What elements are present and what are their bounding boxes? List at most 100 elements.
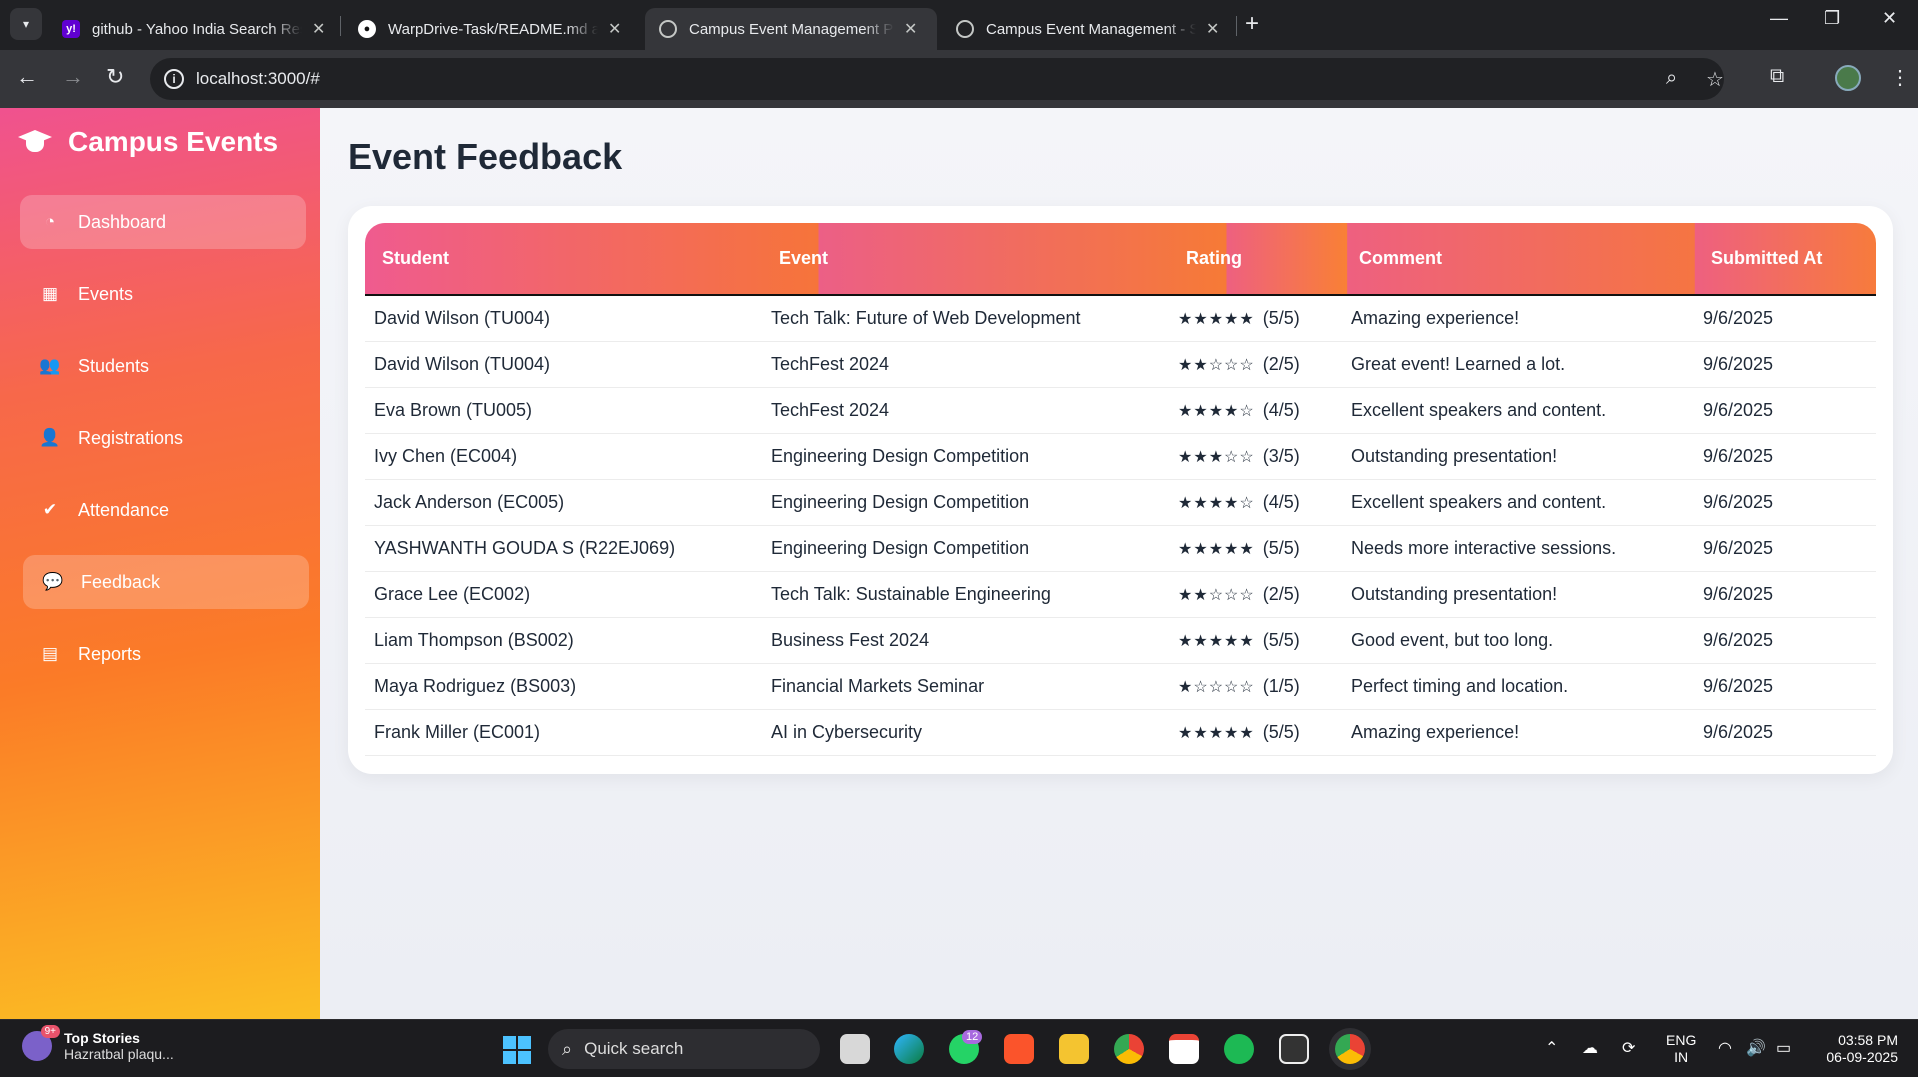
submitted-cell: 9/6/2025 — [1694, 341, 1876, 388]
gmail-icon[interactable] — [1169, 1034, 1199, 1064]
edge-icon[interactable] — [894, 1034, 924, 1064]
comment-cell: Amazing experience! — [1342, 295, 1694, 342]
table-row: YASHWANTH GOUDA S (R22EJ069) Engineering … — [365, 525, 1876, 572]
table-row: Grace Lee (EC002) Tech Talk: Sustainable … — [365, 571, 1876, 618]
brave-icon[interactable] — [1004, 1034, 1034, 1064]
globe-icon — [956, 20, 974, 38]
sidebar-item-attendance[interactable]: ✔ Attendance — [20, 483, 306, 537]
address-bar[interactable]: i localhost:3000/# ⌕ ☆ — [150, 58, 1724, 100]
event-cell: Engineering Design Competition — [762, 433, 1169, 480]
sidebar-item-dashboard[interactable]: ◔ Dashboard — [20, 195, 306, 249]
app-box-icon[interactable] — [1279, 1034, 1309, 1064]
comment-cell: Outstanding presentation! — [1342, 433, 1694, 480]
bookmark-star-icon[interactable]: ☆ — [1706, 67, 1724, 92]
brand[interactable]: Campus Events — [18, 126, 278, 158]
tab-separator — [340, 16, 341, 36]
news-widget[interactable]: 9+ Top Stories Hazratbal plaqu... — [22, 1025, 174, 1062]
close-tab-icon[interactable]: ✕ — [1206, 19, 1219, 39]
sidebar-item-feedback[interactable]: 💬 Feedback — [23, 555, 309, 609]
new-tab-button[interactable]: + — [1245, 10, 1259, 38]
tray-overflow-icon[interactable]: ⌃ — [1545, 1038, 1558, 1058]
profile-avatar[interactable] — [1835, 65, 1861, 91]
restore-icon[interactable]: ❐ — [1824, 8, 1840, 29]
app-root: Campus Events ◔ Dashboard ▦ Events 👥 Stu… — [0, 108, 1918, 1019]
sidebar-item-registrations[interactable]: 👤 Registrations — [20, 411, 306, 465]
feedback-table: Student Event Rating Comment Submitted A… — [365, 223, 1876, 756]
menu-kebab-icon[interactable]: ⋮ — [1890, 65, 1910, 90]
close-window-icon[interactable]: ✕ — [1882, 8, 1897, 29]
col-student[interactable]: Student — [365, 223, 762, 296]
submitted-cell: 9/6/2025 — [1694, 479, 1876, 526]
zoom-icon[interactable]: ⌕ — [1666, 67, 1677, 90]
whatsapp-badge: 12 — [962, 1030, 983, 1044]
col-rating[interactable]: Rating — [1169, 223, 1342, 296]
battery-icon[interactable]: ▭ — [1776, 1038, 1791, 1058]
table-row: Maya Rodriguez (BS003) Financial Markets … — [365, 663, 1876, 710]
rating-stars: ★★★★★ — [1178, 632, 1255, 650]
graduation-cap-icon — [18, 130, 52, 154]
close-tab-icon[interactable]: ✕ — [608, 19, 621, 39]
file-explorer-icon[interactable] — [1059, 1034, 1089, 1064]
event-cell: Engineering Design Competition — [762, 525, 1169, 572]
col-event[interactable]: Event — [762, 223, 1169, 296]
rating-stars: ★★★★☆ — [1178, 402, 1255, 420]
comments-icon: 💬 — [42, 572, 64, 591]
globe-icon — [659, 20, 677, 38]
sidebar: Campus Events ◔ Dashboard ▦ Events 👥 Stu… — [0, 108, 320, 1019]
event-cell: AI in Cybersecurity — [762, 709, 1169, 756]
tab-campus-event-2[interactable]: Campus Event Management - S ✕ — [942, 8, 1233, 50]
forward-icon[interactable]: → — [62, 64, 84, 90]
rating-stars: ★★★☆☆ — [1178, 448, 1255, 466]
tab-github[interactable]: ● WarpDrive-Task/README.md at ✕ — [344, 8, 635, 50]
submitted-cell: 9/6/2025 — [1694, 617, 1876, 664]
onedrive-icon[interactable]: ☁ — [1582, 1038, 1598, 1058]
rating-value: (3/5) — [1262, 445, 1300, 466]
table-row: Ivy Chen (EC004) Engineering Design Compe… — [365, 433, 1876, 480]
tab-search-dropdown[interactable]: ▾ — [10, 8, 42, 40]
submitted-cell: 9/6/2025 — [1694, 709, 1876, 756]
close-tab-icon[interactable]: ✕ — [312, 19, 325, 39]
rating-value: (5/5) — [1262, 537, 1300, 558]
url-text[interactable]: localhost:3000/# — [196, 69, 320, 89]
taskbar-search[interactable]: ⌕ Quick search — [548, 1029, 820, 1069]
table-row: Eva Brown (TU005) TechFest 2024 ★★★★☆ (4/5)… — [365, 387, 1876, 434]
task-view-icon[interactable] — [840, 1034, 870, 1064]
tab-yahoo[interactable]: y! github - Yahoo India Search Res ✕ — [48, 8, 339, 50]
sidebar-item-students[interactable]: 👥 Students — [20, 339, 306, 393]
rating-cell: ★☆☆☆☆ (1/5) — [1169, 663, 1342, 710]
comment-cell: Needs more interactive sessions. — [1342, 525, 1694, 572]
rating-value: (5/5) — [1262, 629, 1300, 650]
users-icon: 👥 — [39, 356, 61, 375]
minimize-icon[interactable]: — — [1770, 8, 1788, 29]
system-clock[interactable]: 03:58 PM 06-09-2025 — [1818, 1032, 1898, 1066]
col-submitted-at[interactable]: Submitted At — [1694, 223, 1876, 296]
event-cell: Tech Talk: Future of Web Development — [762, 295, 1169, 342]
col-comment[interactable]: Comment — [1342, 223, 1694, 296]
wifi-icon[interactable]: ◠ — [1718, 1038, 1732, 1058]
rating-stars: ★★☆☆☆ — [1178, 356, 1255, 374]
comment-cell: Good event, but too long. — [1342, 617, 1694, 664]
windows-start-icon[interactable] — [503, 1036, 531, 1064]
comment-cell: Great event! Learned a lot. — [1342, 341, 1694, 388]
event-cell: Financial Markets Seminar — [762, 663, 1169, 710]
student-cell: Jack Anderson (EC005) — [365, 479, 762, 526]
sidebar-item-events[interactable]: ▦ Events — [20, 267, 306, 321]
sync-icon[interactable]: ⟳ — [1622, 1038, 1635, 1058]
sidebar-item-reports[interactable]: ▤ Reports — [20, 627, 306, 681]
tab-campus-event-active[interactable]: Campus Event Management Pla ✕ — [645, 8, 937, 50]
language-indicator[interactable]: ENG IN — [1666, 1032, 1696, 1066]
chrome-icon[interactable] — [1114, 1034, 1144, 1064]
site-info-icon[interactable]: i — [164, 69, 184, 89]
extensions-icon[interactable]: ⧉ — [1770, 65, 1784, 88]
comment-cell: Outstanding presentation! — [1342, 571, 1694, 618]
chrome-dev-icon[interactable] — [1335, 1034, 1365, 1064]
rating-value: (1/5) — [1262, 675, 1300, 696]
calendar-icon: ▦ — [41, 284, 59, 303]
submitted-cell: 9/6/2025 — [1694, 295, 1876, 342]
back-icon[interactable]: ← — [16, 64, 38, 90]
spotify-icon[interactable] — [1224, 1034, 1254, 1064]
volume-icon[interactable]: 🔊 — [1746, 1038, 1766, 1058]
table-row: Jack Anderson (EC005) Engineering Design … — [365, 479, 1876, 526]
close-tab-icon[interactable]: ✕ — [904, 19, 917, 39]
reload-icon[interactable]: ↻ — [106, 64, 124, 90]
